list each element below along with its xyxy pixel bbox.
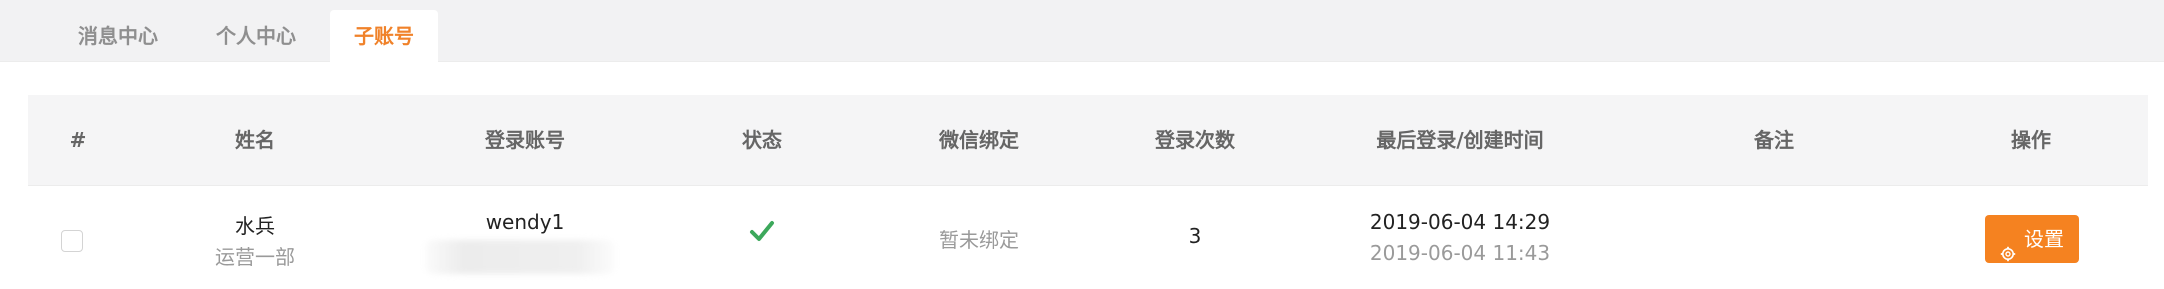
header-remark: 备注 xyxy=(1754,128,1794,152)
header-index: # xyxy=(69,128,87,152)
header-actions: 操作 xyxy=(2011,128,2051,152)
tab-messages[interactable]: 消息中心 xyxy=(58,10,178,62)
created-time: 2019-06-04 11:43 xyxy=(1369,241,1551,265)
settings-button-label: 设置 xyxy=(2024,227,2064,251)
wechat-status: 暂未绑定 xyxy=(939,228,1019,252)
login-account: wendy1 xyxy=(485,210,565,234)
user-name: 水兵 xyxy=(235,214,275,238)
header-wechat: 微信绑定 xyxy=(939,128,1019,152)
tab-bar: 消息中心 个人中心 子账号 xyxy=(0,0,2164,62)
table-header: # 姓名 登录账号 状态 微信绑定 登录次数 最后登录/创建时间 备注 操作 xyxy=(28,95,2148,186)
row-checkbox[interactable] xyxy=(61,230,83,252)
gear-icon xyxy=(2000,231,2016,262)
tab-profile[interactable]: 个人中心 xyxy=(196,10,316,62)
header-account: 登录账号 xyxy=(485,128,565,152)
header-status: 状态 xyxy=(742,128,782,152)
masked-text xyxy=(425,240,615,274)
login-count: 3 xyxy=(1188,224,1202,248)
settings-button[interactable]: 设置 xyxy=(1985,215,2079,263)
check-icon xyxy=(747,216,777,246)
user-department: 运营一部 xyxy=(215,245,295,269)
table-row: 水兵 运营一部 wendy1 暂未绑定 3 2019-06-04 14:29 2… xyxy=(28,186,2148,289)
header-last-login: 最后登录/创建时间 xyxy=(1376,128,1544,152)
header-name: 姓名 xyxy=(235,128,275,152)
header-login-count: 登录次数 xyxy=(1155,128,1235,152)
tab-sub-accounts[interactable]: 子账号 xyxy=(330,10,438,62)
last-login-time: 2019-06-04 14:29 xyxy=(1369,210,1551,234)
